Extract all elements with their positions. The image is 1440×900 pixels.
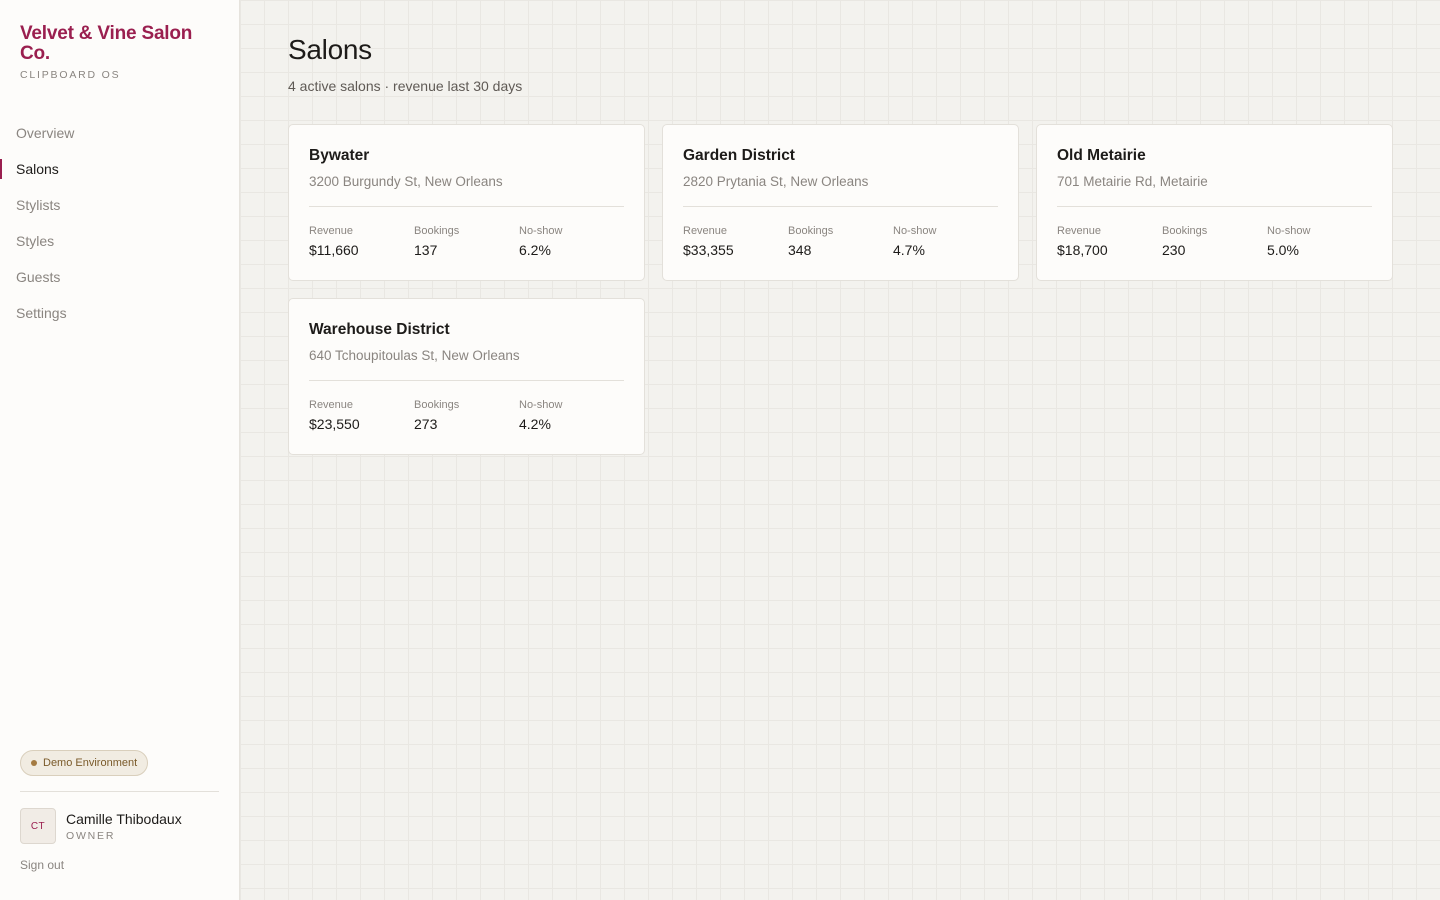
status-dot-icon — [31, 760, 37, 766]
noshow-stat: No-show 4.2% — [519, 399, 624, 432]
stat-label: Bookings — [414, 225, 460, 237]
salon-name: Warehouse District — [309, 321, 450, 338]
bookings-value: 348 — [788, 242, 812, 258]
card-divider — [1057, 206, 1372, 207]
divider — [20, 791, 219, 792]
stat-label: Revenue — [1057, 225, 1102, 237]
page-title: Salons — [288, 34, 372, 65]
noshow-value: 6.2% — [519, 242, 551, 258]
bookings-stat: Bookings 137 — [414, 225, 519, 258]
salon-address: 2820 Prytania St, New Orleans — [683, 174, 869, 189]
sidebar-item-salons[interactable]: Salons — [0, 151, 239, 187]
environment-badge-label: Demo Environment — [43, 757, 138, 769]
card-divider — [683, 206, 998, 207]
sidebar-item-guests[interactable]: Guests — [0, 259, 239, 295]
sidebar-footer: Demo Environment CT Camille Thibodaux OW… — [20, 750, 219, 900]
brand: Velvet & Vine Salon Co. CLIPBOARD OS — [0, 0, 239, 82]
bookings-value: 273 — [414, 416, 438, 432]
stat-label: No-show — [893, 225, 937, 237]
bookings-stat: Bookings 273 — [414, 399, 519, 432]
user-name: Camille Thibodaux — [66, 810, 182, 827]
salon-stats: Revenue $18,700 Bookings 230 No-show 5.0… — [1057, 225, 1372, 258]
stat-label: Bookings — [414, 399, 460, 411]
revenue-value: $18,700 — [1057, 242, 1108, 258]
salon-grid: Bywater 3200 Burgundy St, New Orleans Re… — [288, 124, 1393, 455]
stat-label: Bookings — [1162, 225, 1208, 237]
user-role: OWNER — [66, 829, 116, 842]
bookings-stat: Bookings 348 — [788, 225, 893, 258]
revenue-value: $33,355 — [683, 242, 734, 258]
environment-badge: Demo Environment — [20, 750, 149, 776]
salon-name: Bywater — [309, 147, 370, 164]
salon-stats: Revenue $11,660 Bookings 137 No-show 6.2… — [309, 225, 624, 258]
stat-label: Bookings — [788, 225, 834, 237]
salon-address: 640 Tchoupitoulas St, New Orleans — [309, 348, 520, 363]
salon-card-old-metairie[interactable]: Old Metairie 701 Metairie Rd, Metairie R… — [1036, 124, 1393, 281]
noshow-stat: No-show 4.7% — [893, 225, 998, 258]
stat-label: No-show — [1267, 225, 1311, 237]
revenue-stat: Revenue $18,700 — [1057, 225, 1162, 258]
salon-name: Garden District — [683, 147, 795, 164]
sidebar-item-stylists[interactable]: Stylists — [0, 187, 239, 223]
noshow-value: 5.0% — [1267, 242, 1299, 258]
sidebar: Velvet & Vine Salon Co. CLIPBOARD OS Ove… — [0, 0, 240, 900]
brand-name[interactable]: Velvet & Vine Salon Co. — [20, 24, 219, 64]
salon-name: Old Metairie — [1057, 147, 1146, 164]
sidebar-nav: Overview Salons Stylists Styles Guests S… — [0, 115, 239, 331]
card-divider — [309, 380, 624, 381]
noshow-stat: No-show 5.0% — [1267, 225, 1372, 258]
stat-label: No-show — [519, 225, 563, 237]
salon-card-garden-district[interactable]: Garden District 2820 Prytania St, New Or… — [662, 124, 1019, 281]
stat-label: Revenue — [309, 399, 354, 411]
stat-label: Revenue — [309, 225, 354, 237]
revenue-stat: Revenue $11,660 — [309, 225, 414, 258]
noshow-value: 4.7% — [893, 242, 925, 258]
revenue-value: $11,660 — [309, 242, 359, 258]
noshow-stat: No-show 6.2% — [519, 225, 624, 258]
salon-stats: Revenue $23,550 Bookings 273 No-show 4.2… — [309, 399, 624, 432]
sidebar-item-styles[interactable]: Styles — [0, 223, 239, 259]
avatar[interactable]: CT — [20, 808, 56, 844]
sign-out-link[interactable]: Sign out — [20, 858, 64, 872]
bookings-value: 230 — [1162, 242, 1186, 258]
user-profile: CT Camille Thibodaux OWNER — [20, 808, 219, 844]
brand-subtitle: CLIPBOARD OS — [20, 69, 121, 81]
salon-card-warehouse-district[interactable]: Warehouse District 640 Tchoupitoulas St,… — [288, 298, 645, 455]
page-subtitle: 4 active salons · revenue last 30 days — [288, 78, 523, 94]
sidebar-item-overview[interactable]: Overview — [0, 115, 239, 151]
salon-address: 701 Metairie Rd, Metairie — [1057, 174, 1208, 189]
revenue-stat: Revenue $23,550 — [309, 399, 414, 432]
main-content: Salons 4 active salons · revenue last 30… — [240, 0, 1440, 900]
revenue-value: $23,550 — [309, 416, 360, 432]
noshow-value: 4.2% — [519, 416, 551, 432]
salon-stats: Revenue $33,355 Bookings 348 No-show 4.7… — [683, 225, 998, 258]
stat-label: No-show — [519, 399, 563, 411]
card-divider — [309, 206, 624, 207]
bookings-value: 137 — [414, 242, 438, 258]
sidebar-item-settings[interactable]: Settings — [0, 295, 239, 331]
salon-address: 3200 Burgundy St, New Orleans — [309, 174, 503, 189]
revenue-stat: Revenue $33,355 — [683, 225, 788, 258]
stat-label: Revenue — [683, 225, 728, 237]
bookings-stat: Bookings 230 — [1162, 225, 1267, 258]
salon-card-bywater[interactable]: Bywater 3200 Burgundy St, New Orleans Re… — [288, 124, 645, 281]
